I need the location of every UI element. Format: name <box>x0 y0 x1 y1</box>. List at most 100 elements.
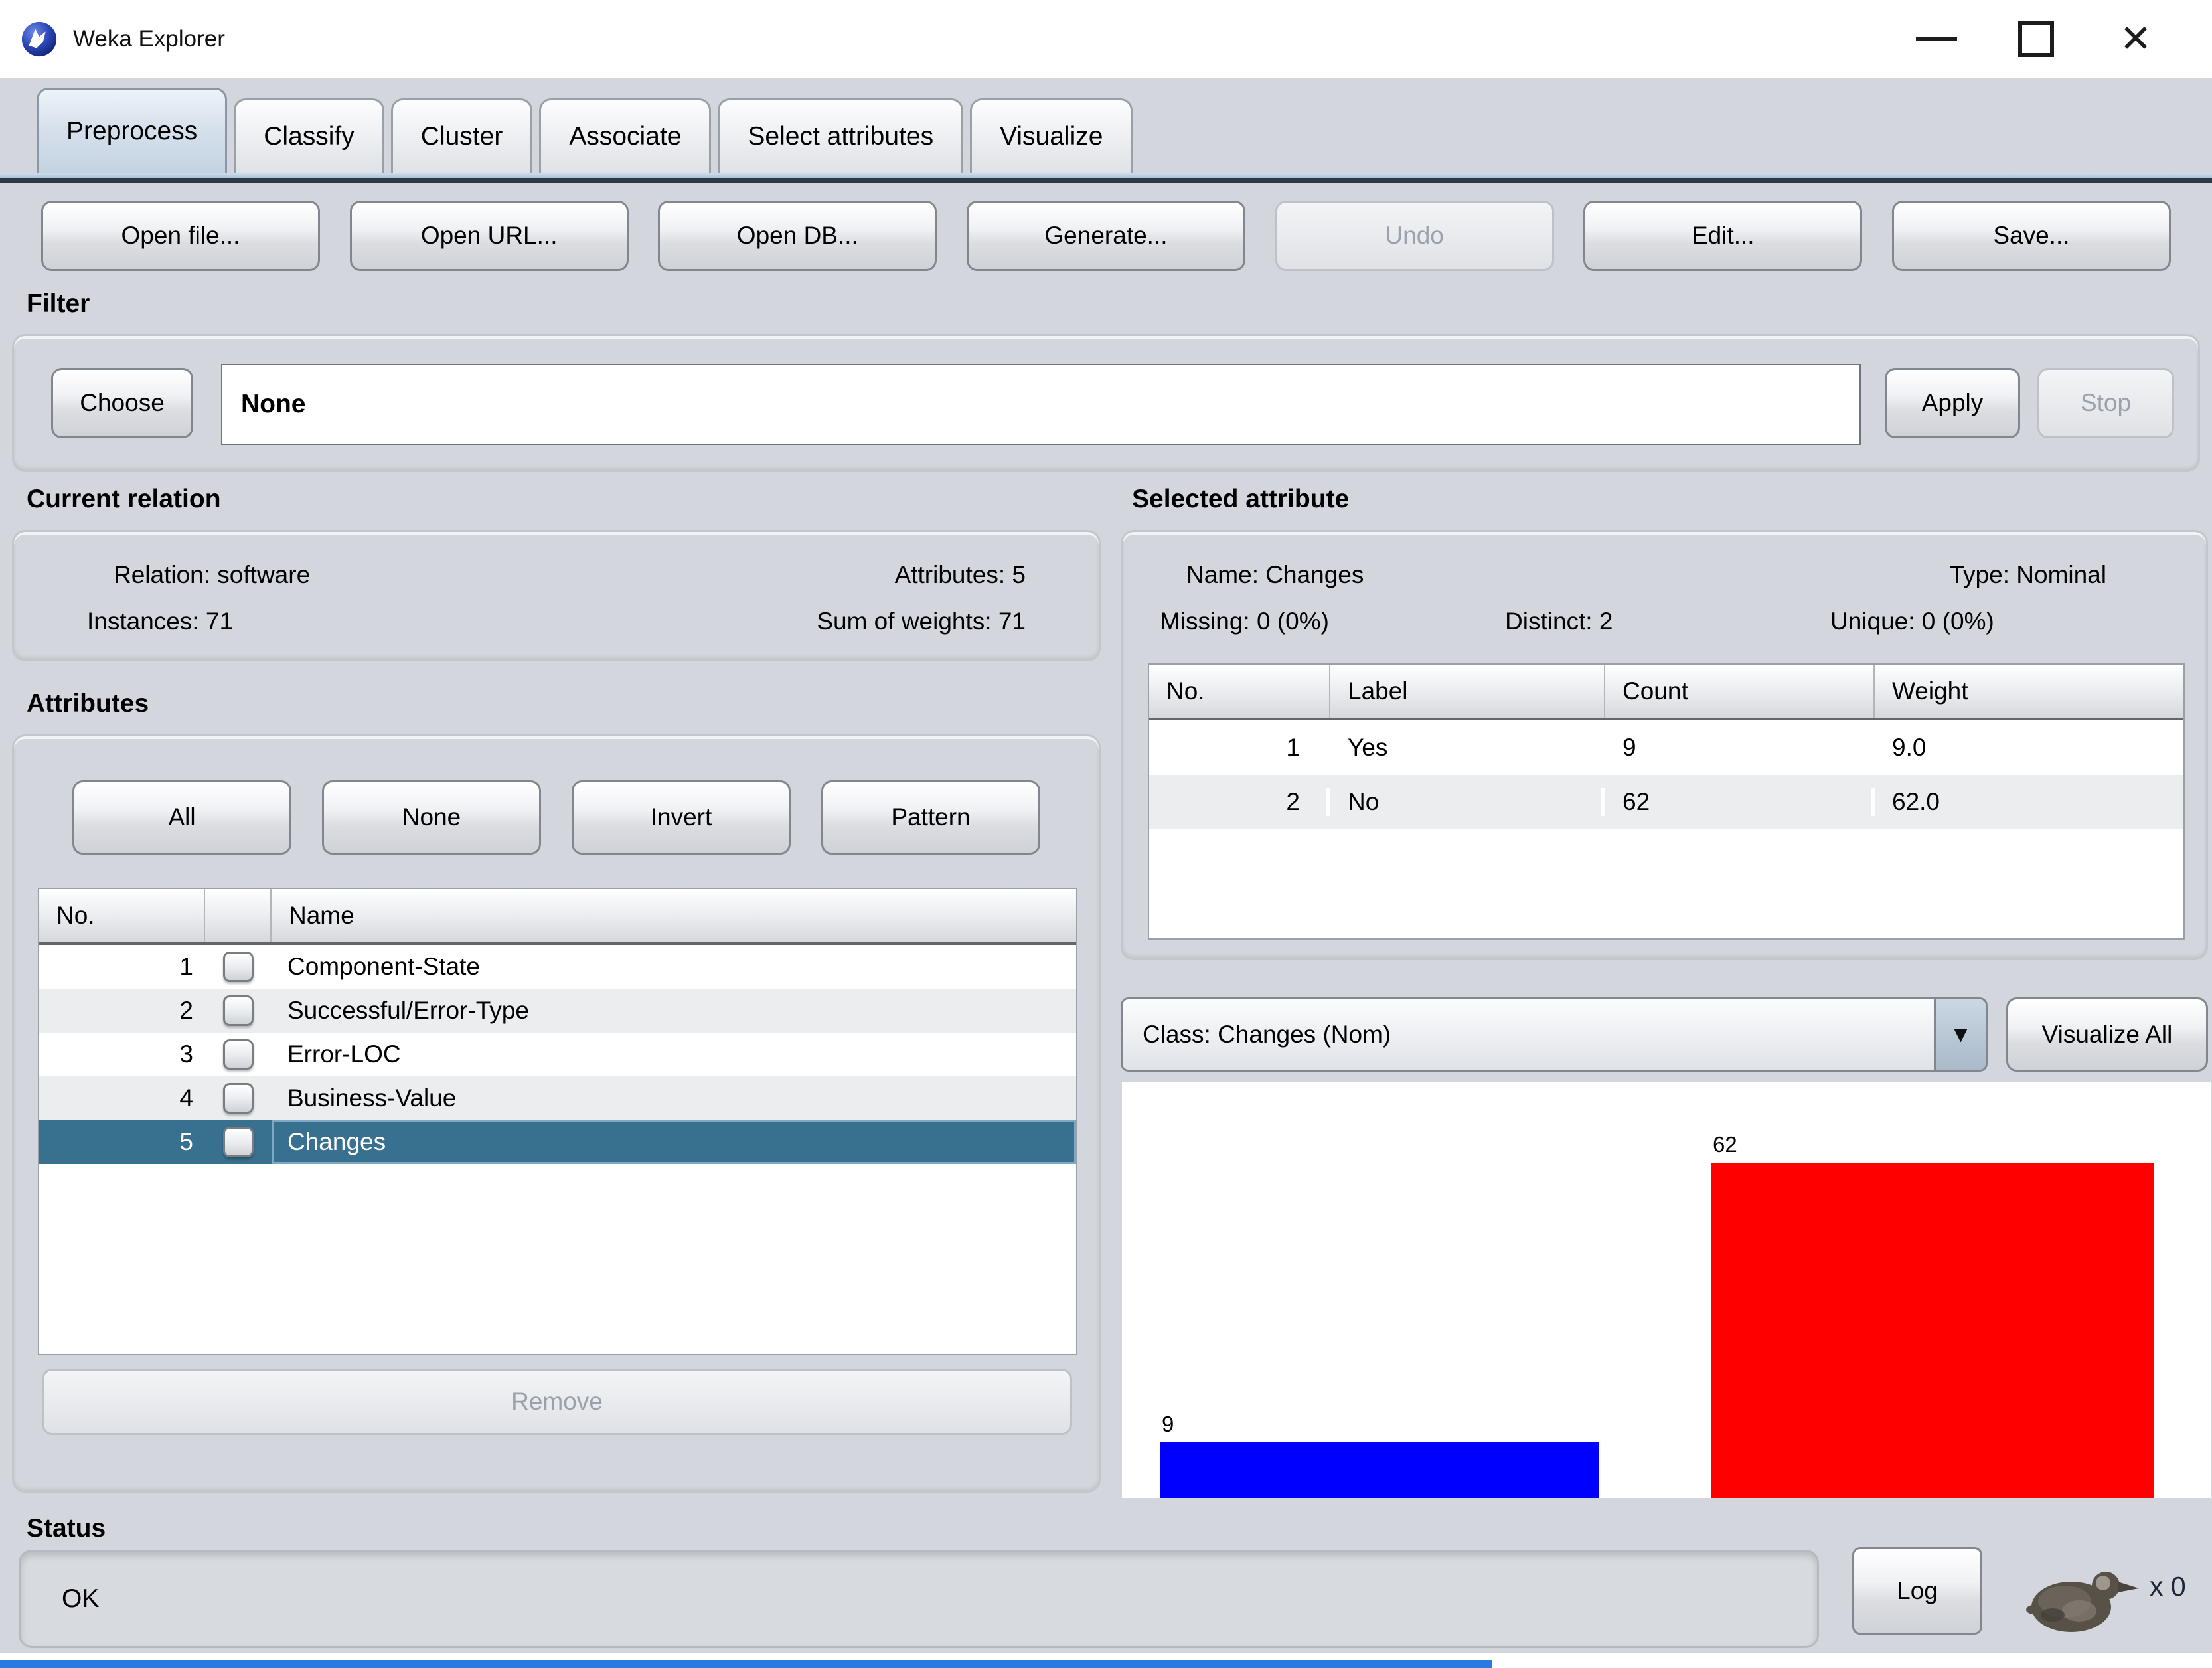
close-button[interactable]: ✕ <box>2086 0 2185 78</box>
stats-table-header: No. Label Count Weight <box>1149 665 2183 720</box>
undo-button: Undo <box>1275 201 1554 271</box>
filter-value: None <box>241 390 306 419</box>
select-none-button[interactable]: None <box>322 780 541 855</box>
distinct-stat: Distinct: 2 <box>1505 608 1613 635</box>
tab-label: Select attributes <box>748 122 933 151</box>
attribute-checkbox[interactable] <box>223 995 254 1026</box>
tab-label: Cluster <box>421 122 503 151</box>
bar-value-label: 62 <box>1713 1132 1737 1157</box>
stats-cell-weight: 62.0 <box>1875 788 2183 816</box>
tab-bar: Preprocess Classify Cluster Associate Se… <box>37 88 1133 173</box>
attr-cell-no: 3 <box>39 1041 205 1068</box>
instance-count: Instances: 71 <box>87 608 233 635</box>
attributes-table: No. Name 1 Component-State 2 Successful/… <box>38 888 1077 1355</box>
filter-section-label: Filter <box>27 290 90 319</box>
window-title: Weka Explorer <box>73 26 225 52</box>
select-all-button[interactable]: All <box>72 780 291 855</box>
weka-logo-icon <box>20 20 58 58</box>
attribute-checkbox[interactable] <box>223 1127 254 1157</box>
close-icon: ✕ <box>2120 20 2152 58</box>
selected-attribute-panel: Name: Changes Type: Nominal Missing: 0 (… <box>1121 530 2208 960</box>
tab-associate[interactable]: Associate <box>539 98 711 173</box>
attr-cell-name: Changes <box>272 1120 1076 1164</box>
chevron-down-icon[interactable]: ▼ <box>1934 999 1986 1070</box>
attribute-row[interactable]: 1 Component-State <box>39 945 1076 989</box>
tab-select-attributes[interactable]: Select attributes <box>718 98 963 173</box>
attr-header-no[interactable]: No. <box>39 889 205 942</box>
tab-label: Visualize <box>1000 122 1103 151</box>
tab-visualize[interactable]: Visualize <box>970 98 1133 173</box>
weka-explorer-window: Weka Explorer ✕ Preprocess Classify Clus… <box>0 0 2212 1668</box>
stats-header-weight[interactable]: Weight <box>1875 665 2183 718</box>
tab-pane-border <box>0 173 2212 183</box>
attribute-row[interactable]: 4 Business-Value <box>39 1076 1076 1120</box>
attr-cell-no: 5 <box>39 1128 205 1156</box>
generate-button[interactable]: Generate... <box>967 201 1245 271</box>
attribute-checkbox[interactable] <box>223 952 254 982</box>
bird-counter: x 0 <box>2150 1571 2186 1602</box>
attr-cell-no: 1 <box>39 953 205 981</box>
pattern-button[interactable]: Pattern <box>821 780 1040 855</box>
attr-cell-name: Component-State <box>272 945 1076 989</box>
class-selector-combo[interactable]: Class: Changes (Nom) ▼ <box>1121 997 1988 1072</box>
title-bar: Weka Explorer ✕ <box>0 0 2212 78</box>
bottom-accent-strip <box>0 1660 1492 1668</box>
stats-header-no[interactable]: No. <box>1149 665 1330 718</box>
attributes-section-label: Attributes <box>27 689 149 718</box>
attribute-name: Name: Changes <box>1186 561 1364 589</box>
status-message-panel: OK <box>19 1550 1819 1648</box>
attr-cell-name: Successful/Error-Type <box>272 989 1076 1033</box>
invert-selection-button[interactable]: Invert <box>572 780 791 855</box>
stats-cell-no: 2 <box>1149 788 1330 816</box>
log-button[interactable]: Log <box>1852 1547 1982 1635</box>
attributes-panel: All None Invert Pattern No. Name 1 Compo… <box>12 734 1101 1493</box>
attribute-stats-table: No. Label Count Weight 1 Yes 9 9.0 2 No … <box>1148 663 2185 940</box>
stats-row[interactable]: 2 No 62 62.0 <box>1149 775 2183 829</box>
open-url-button[interactable]: Open URL... <box>350 201 629 271</box>
current-relation-panel: Relation: software Attributes: 5 Instanc… <box>12 530 1101 661</box>
attr-cell-no: 2 <box>39 997 205 1025</box>
open-file-button[interactable]: Open file... <box>41 201 320 271</box>
stats-row[interactable]: 1 Yes 9 9.0 <box>1149 720 2183 775</box>
edit-button[interactable]: Edit... <box>1583 201 1862 271</box>
tab-preprocess[interactable]: Preprocess <box>37 88 227 173</box>
tab-cluster[interactable]: Cluster <box>391 98 533 173</box>
histogram-bar-yes: 9 <box>1160 1442 1599 1498</box>
attribute-row[interactable]: 2 Successful/Error-Type <box>39 989 1076 1033</box>
stats-header-count[interactable]: Count <box>1605 665 1875 718</box>
choose-filter-button[interactable]: Choose <box>51 368 193 438</box>
status-section-label: Status <box>27 1514 106 1543</box>
stats-cell-label: No <box>1330 788 1605 816</box>
stats-cell-weight: 9.0 <box>1875 734 2183 762</box>
attribute-checkbox[interactable] <box>223 1039 254 1070</box>
attr-cell-no: 4 <box>39 1084 205 1112</box>
attribute-row[interactable]: 3 Error-LOC <box>39 1033 1076 1076</box>
stats-header-label[interactable]: Label <box>1330 665 1605 718</box>
attr-cell-name: Business-Value <box>272 1076 1076 1120</box>
apply-filter-button[interactable]: Apply <box>1885 368 2020 438</box>
attr-header-checkbox[interactable] <box>205 889 272 942</box>
remove-attribute-button: Remove <box>42 1369 1072 1435</box>
class-selector-value: Class: Changes (Nom) <box>1123 999 1934 1070</box>
tab-label: Preprocess <box>66 117 197 146</box>
tab-label: Classify <box>264 122 355 151</box>
save-button[interactable]: Save... <box>1892 201 2171 271</box>
maximize-button[interactable] <box>1986 0 2086 78</box>
relation-value: Relation: software <box>114 561 310 589</box>
sum-of-weights: Sum of weights: 71 <box>817 608 1026 635</box>
open-db-button[interactable]: Open DB... <box>658 201 937 271</box>
stats-cell-count: 62 <box>1605 788 1875 816</box>
stats-cell-count: 9 <box>1605 734 1875 762</box>
attr-cell-name: Error-LOC <box>272 1033 1076 1076</box>
attr-header-name[interactable]: Name <box>272 889 1076 942</box>
missing-stat: Missing: 0 (0%) <box>1160 608 1329 635</box>
current-relation-section-label: Current relation <box>27 485 221 514</box>
dataset-toolbar: Open file... Open URL... Open DB... Gene… <box>0 201 2212 271</box>
workspace: Preprocess Classify Cluster Associate Se… <box>0 78 2212 1653</box>
attribute-row-selected[interactable]: 5 Changes <box>39 1120 1076 1164</box>
tab-classify[interactable]: Classify <box>234 98 384 173</box>
minimize-button[interactable] <box>1887 0 1986 78</box>
filter-value-field[interactable]: None <box>221 364 1861 445</box>
attribute-checkbox[interactable] <box>223 1083 254 1114</box>
visualize-all-button[interactable]: Visualize All <box>2006 997 2208 1072</box>
